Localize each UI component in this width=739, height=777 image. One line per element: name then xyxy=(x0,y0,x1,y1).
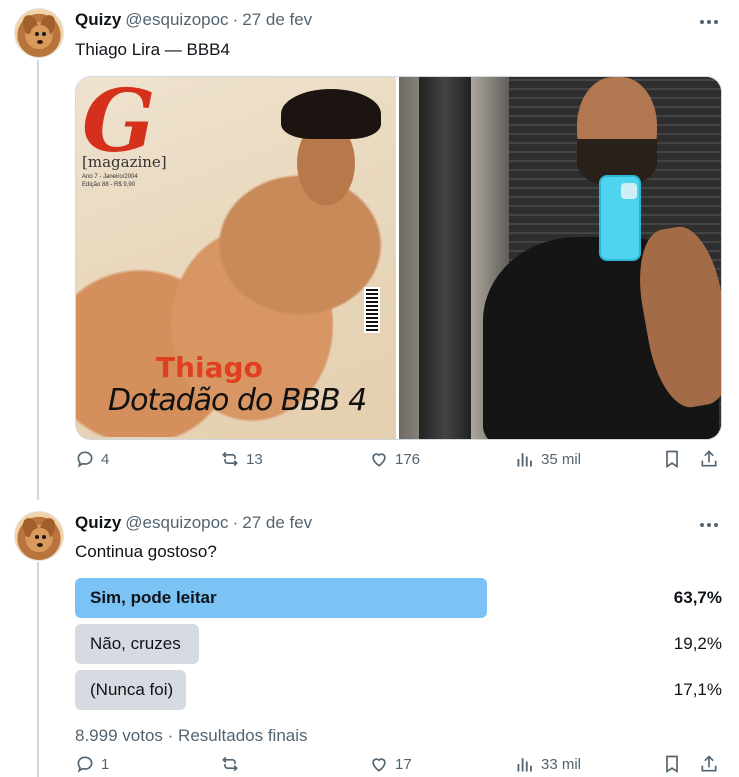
cover-caption-name: Thiago xyxy=(156,351,263,384)
share-button[interactable] xyxy=(699,754,719,774)
reply-icon xyxy=(77,756,93,773)
author-name[interactable]: Quizy xyxy=(75,10,121,30)
views-button[interactable]: 33 mil xyxy=(515,754,581,774)
views-chart-icon xyxy=(517,758,532,772)
barcode xyxy=(364,287,380,333)
poll-meta: 8.999 votos · Resultados finais xyxy=(75,726,308,746)
bookmark-button[interactable] xyxy=(662,754,682,774)
tweet-date[interactable]: 27 de fev xyxy=(242,513,312,533)
share-icon xyxy=(701,755,717,772)
views-button[interactable]: 35 mil xyxy=(515,449,581,469)
like-button[interactable]: 176 xyxy=(369,449,420,469)
more-options-icon[interactable] xyxy=(699,517,719,533)
retweet-count: 13 xyxy=(246,450,263,468)
share-icon xyxy=(701,450,717,467)
tweet-header: Quizy @esquizopoc · 27 de fev xyxy=(75,513,312,533)
magazine-title: [magazine] xyxy=(82,153,167,171)
poll-option-label: Sim, pode leitar xyxy=(90,588,217,607)
poll: Sim, pode leitar 63,7% Não, cruzes 19,2%… xyxy=(75,578,722,716)
magazine-issue: Ano 7 - Janeiro/2004 Edição 88 - R$ 9,90 xyxy=(82,174,138,188)
mirror-selfie-image[interactable] xyxy=(399,77,721,439)
separator: · xyxy=(167,726,174,745)
retweet-icon xyxy=(222,451,238,467)
reply-button[interactable]: 4 xyxy=(75,449,109,469)
views-chart-icon xyxy=(517,453,532,467)
retweet-button[interactable] xyxy=(220,754,240,774)
avatar[interactable] xyxy=(14,8,64,58)
magazine-cover-image[interactable]: G [magazine] Ano 7 - Janeiro/2004 Edição… xyxy=(76,77,396,439)
poll-option: (Nunca foi) 17,1% xyxy=(75,670,722,710)
heart-icon xyxy=(372,758,386,772)
poll-option: Não, cruzes 19,2% xyxy=(75,624,722,664)
poll-votes: 8.999 votos xyxy=(75,726,163,745)
poll-option-label: (Nunca foi) xyxy=(90,680,174,699)
separator: · xyxy=(232,10,239,29)
reply-count: 4 xyxy=(101,450,110,468)
tweet-text: Thiago Lira — BBB4 xyxy=(75,40,230,59)
author-handle[interactable]: @esquizopoc xyxy=(125,513,228,533)
views-count: 35 mil xyxy=(541,450,582,468)
thread-connector-line xyxy=(37,562,39,777)
reply-button[interactable]: 1 xyxy=(75,754,109,774)
thread-connector-line xyxy=(37,60,39,500)
poll-status: Resultados finais xyxy=(178,726,308,745)
like-count: 17 xyxy=(395,755,412,773)
author-handle[interactable]: @esquizopoc xyxy=(125,10,228,30)
separator: · xyxy=(232,513,239,532)
views-count: 33 mil xyxy=(541,755,582,773)
poll-option-label: Não, cruzes xyxy=(90,634,181,653)
retweet-icon xyxy=(222,756,238,772)
reply-icon xyxy=(77,451,93,468)
tweet-header: Quizy @esquizopoc · 27 de fev xyxy=(75,10,312,30)
tweet-text: Continua gostoso? xyxy=(75,542,217,561)
bookmark-button[interactable] xyxy=(662,449,682,469)
bookmark-icon xyxy=(666,450,678,469)
share-button[interactable] xyxy=(699,449,719,469)
poll-option-percent: 19,2% xyxy=(673,634,722,653)
like-button[interactable]: 17 xyxy=(369,754,412,774)
cover-caption-line: Dotadão do BBB 4 xyxy=(108,383,367,418)
poll-option: Sim, pode leitar 63,7% xyxy=(75,578,722,618)
author-name[interactable]: Quizy xyxy=(75,513,121,533)
tweet-date[interactable]: 27 de fev xyxy=(242,10,312,30)
tweet-media[interactable]: G [magazine] Ano 7 - Janeiro/2004 Edição… xyxy=(75,76,722,440)
like-count: 176 xyxy=(395,450,421,468)
bookmark-icon xyxy=(666,755,678,774)
heart-icon xyxy=(372,453,386,467)
more-options-icon[interactable] xyxy=(699,14,719,30)
reply-count: 1 xyxy=(101,755,110,773)
poll-option-percent: 63,7% xyxy=(673,588,722,607)
retweet-button[interactable]: 13 xyxy=(220,449,263,469)
poll-option-percent: 17,1% xyxy=(673,680,722,699)
avatar[interactable] xyxy=(14,511,64,561)
